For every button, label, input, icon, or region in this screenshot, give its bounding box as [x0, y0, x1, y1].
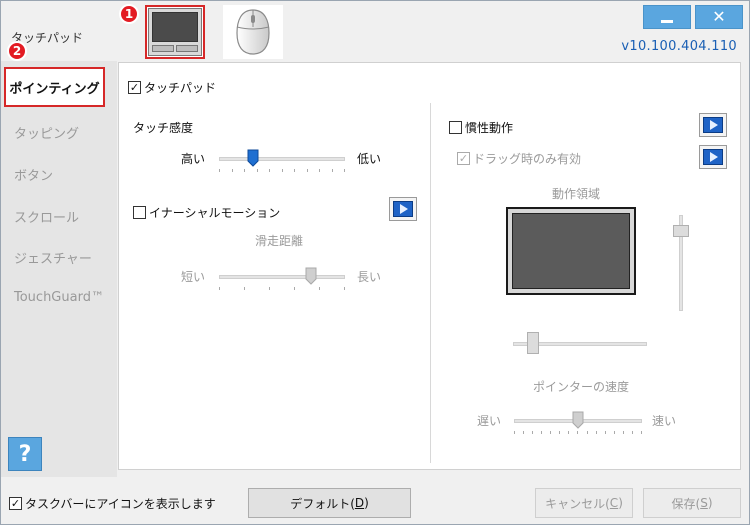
glide-right-label: 長い	[357, 270, 382, 284]
inertia-video-button[interactable]	[699, 113, 727, 137]
vertical-slider-thumb[interactable]	[673, 225, 689, 237]
pointer-speed-left-label: 遅い	[477, 414, 502, 428]
motion-area-vertical-slider[interactable]	[673, 215, 689, 311]
touchpad-checkbox[interactable]: ✓ タッチパッド	[128, 79, 216, 96]
save-button[interactable]: 保存(S)	[643, 488, 741, 518]
sidebar: ポインティング タッピング ボタン スクロール ジェスチャー TouchGuar…	[1, 61, 117, 477]
horizontal-slider-thumb[interactable]	[527, 332, 539, 354]
close-button[interactable]: ✕	[695, 5, 743, 29]
pointer-speed-slider-thumb[interactable]	[572, 411, 584, 429]
inertia-checkbox[interactable]: 慣性動作	[449, 119, 513, 136]
settings-panel: ✓ タッチパッド タッチ感度 高い 低い イナーシャルモーション 滑走距離 短い	[118, 62, 741, 470]
motion-area-title: 動作領域	[552, 187, 601, 201]
column-divider	[430, 103, 431, 463]
drag-only-video-button[interactable]	[699, 145, 727, 169]
motion-area-preview	[506, 207, 636, 295]
motion-area-horizontal-slider[interactable]	[513, 332, 647, 360]
sidebar-item-buttons[interactable]: ボタン	[14, 165, 53, 184]
pointer-speed-title: ポインターの速度	[533, 380, 630, 394]
glide-distance-title: 滑走距離	[255, 234, 304, 248]
checkbox-checked-icon: ✓	[9, 497, 22, 510]
sidebar-item-gesture[interactable]: ジェスチャー	[14, 248, 92, 267]
device-tab-touchpad[interactable]	[145, 5, 205, 59]
mouse-icon	[236, 9, 270, 55]
drag-only-checkbox[interactable]: ✓ ドラッグ時のみ有効	[457, 150, 581, 167]
play-video-icon	[393, 201, 413, 217]
help-button[interactable]: ?	[8, 437, 42, 471]
default-button[interactable]: デフォルト(D)	[248, 488, 411, 518]
version-label: v10.100.404.110	[621, 39, 737, 54]
sensitivity-slider[interactable]	[219, 149, 345, 175]
sidebar-item-touchguard[interactable]: TouchGuard™	[14, 290, 104, 305]
pointer-speed-slider[interactable]	[514, 411, 642, 437]
minimize-icon	[661, 19, 673, 23]
play-video-icon	[703, 117, 723, 133]
glide-left-label: 短い	[181, 270, 206, 284]
cancel-button[interactable]: キャンセル(C)	[535, 488, 633, 518]
play-video-icon	[703, 149, 723, 165]
inertial-motion-checkbox[interactable]: イナーシャルモーション	[133, 204, 280, 221]
close-icon: ✕	[712, 7, 726, 26]
checkbox-checked-icon: ✓	[457, 152, 470, 165]
sidebar-item-tapping[interactable]: タッピング	[14, 123, 79, 142]
annotation-badge-1: 1	[119, 4, 139, 24]
taskbar-icon-checkbox[interactable]: ✓ タスクバーにアイコンを表示します	[9, 495, 216, 512]
pointer-speed-right-label: 速い	[652, 414, 677, 428]
sensitivity-title: タッチ感度	[133, 121, 194, 135]
sidebar-item-scroll[interactable]: スクロール	[14, 207, 79, 226]
sensitivity-slider-thumb[interactable]	[247, 149, 259, 167]
minimize-button[interactable]	[643, 5, 691, 29]
inertial-motion-video-button[interactable]	[389, 197, 417, 221]
sensitivity-left-label: 高い	[181, 152, 206, 166]
glide-distance-slider-thumb[interactable]	[305, 267, 317, 285]
touchpad-icon	[148, 8, 202, 56]
device-tab-mouse[interactable]	[223, 5, 283, 59]
checkbox-checked-icon: ✓	[128, 81, 141, 94]
glide-distance-slider[interactable]	[219, 267, 345, 293]
annotation-badge-2: 2	[7, 41, 27, 61]
touchpad-settings-window: タッチパッド v10.100.404.110 ✕ 1 ポインティング タッピング…	[0, 0, 750, 525]
sidebar-item-pointing[interactable]: ポインティング	[4, 67, 105, 107]
sensitivity-right-label: 低い	[357, 152, 382, 166]
